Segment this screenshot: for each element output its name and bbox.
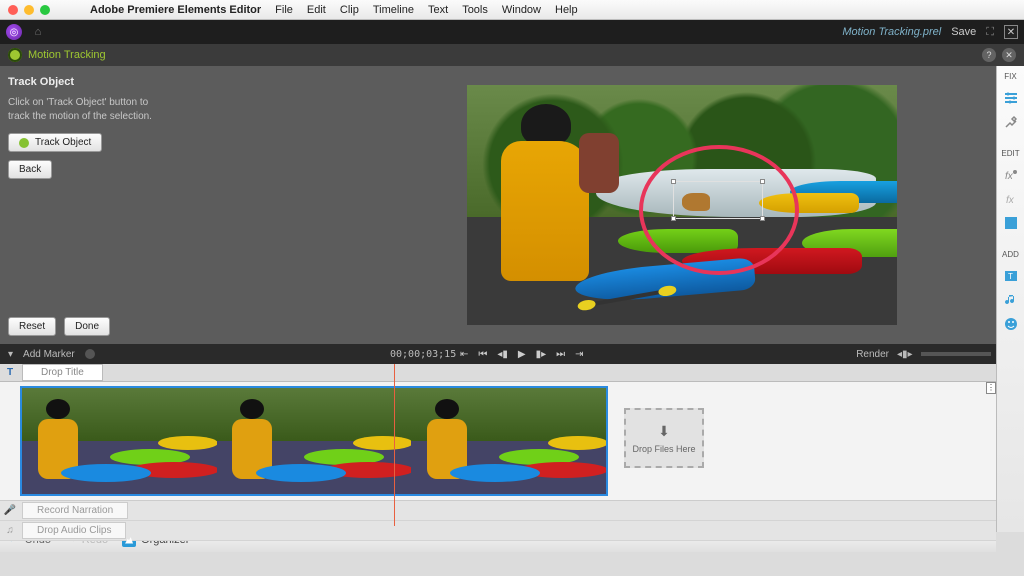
- transitions-icon[interactable]: fx: [1000, 188, 1022, 210]
- color-icon[interactable]: [1000, 212, 1022, 234]
- zoom-out-icon[interactable]: ◂▮▸: [897, 349, 913, 360]
- audio-track[interactable]: ♫ Drop Audio Clips: [0, 521, 996, 541]
- title-track-icon[interactable]: T: [0, 367, 20, 378]
- zoom-slider[interactable]: [921, 352, 991, 356]
- video-clip[interactable]: ⋮: [20, 386, 608, 496]
- app-logo-icon[interactable]: ◎: [6, 24, 22, 40]
- record-narration-button[interactable]: Record Narration: [22, 502, 128, 519]
- selection-handle[interactable]: [671, 216, 676, 221]
- tools-menu[interactable]: Tools: [462, 4, 488, 16]
- timeline-menu[interactable]: Timeline: [373, 4, 414, 16]
- clip-thumbnail: [217, 388, 412, 494]
- goto-end-button[interactable]: ⇥: [575, 349, 583, 360]
- playback-controls: ⇤ ⏮ ◂▮ ▶ ▮▸ ⏭ ⇥: [460, 349, 584, 360]
- rail-add-label: ADD: [1002, 250, 1019, 259]
- track-dot-icon: [19, 138, 29, 148]
- timecode: 00;00;03;15: [390, 349, 456, 360]
- window-zoom-button[interactable]: [40, 5, 50, 15]
- selection-handle[interactable]: [760, 216, 765, 221]
- selection-handle[interactable]: [671, 179, 676, 184]
- next-button[interactable]: ⏭: [556, 349, 565, 360]
- window-close-button[interactable]: [8, 5, 18, 15]
- music-icon: ♫: [0, 525, 20, 536]
- selection-handle[interactable]: [760, 179, 765, 184]
- title-track-header: T Drop Title: [0, 364, 996, 382]
- panel-title-bar: Motion Tracking ? ✕: [0, 44, 1024, 66]
- text-menu[interactable]: Text: [428, 4, 448, 16]
- render-button[interactable]: Render: [856, 349, 889, 360]
- step-back-button[interactable]: ◂▮: [497, 349, 508, 360]
- scene-person: [501, 104, 591, 304]
- file-menu[interactable]: File: [275, 4, 293, 16]
- video-track[interactable]: ⋮ ⬇ Drop Files Here: [0, 382, 996, 500]
- work-area: Track Object Click on 'Track Object' but…: [0, 66, 1024, 344]
- panel-close-button[interactable]: ✕: [1004, 25, 1018, 39]
- motion-tracking-icon: [8, 48, 22, 62]
- window-menu[interactable]: Window: [502, 4, 541, 16]
- playback-bar: ▾ Add Marker 00;00;03;15 ⇤ ⏮ ◂▮ ▶ ▮▸ ⏭ ⇥…: [0, 344, 1024, 364]
- drop-files-label: Drop Files Here: [632, 444, 695, 454]
- done-label: Done: [75, 321, 99, 332]
- panel-title: Motion Tracking: [28, 49, 106, 61]
- help-button[interactable]: ?: [982, 48, 996, 62]
- done-button[interactable]: Done: [64, 317, 110, 336]
- back-button[interactable]: Back: [8, 160, 52, 179]
- app-menu[interactable]: Adobe Premiere Elements Editor: [90, 4, 261, 16]
- window-minimize-button[interactable]: [24, 5, 34, 15]
- mic-icon: 🎤: [0, 505, 20, 516]
- clip-thumbnail: [411, 388, 606, 494]
- svg-text:T: T: [1008, 272, 1013, 281]
- reset-button[interactable]: Reset: [8, 317, 56, 336]
- tools-icon[interactable]: [1000, 111, 1022, 133]
- step-fwd-button[interactable]: ▮▸: [536, 349, 547, 360]
- preview-frame[interactable]: [467, 85, 897, 325]
- reset-label: Reset: [19, 321, 45, 332]
- clip-menu[interactable]: Clip: [340, 4, 359, 16]
- svg-text:fx: fx: [1006, 195, 1015, 206]
- narration-track[interactable]: 🎤 Record Narration: [0, 501, 996, 521]
- clip-end-handle[interactable]: ⋮: [986, 382, 996, 394]
- playhead[interactable]: [394, 364, 395, 526]
- track-object-button[interactable]: Track Object: [8, 133, 102, 152]
- tracking-selection-box[interactable]: [673, 181, 763, 219]
- smiley-icon[interactable]: [1000, 313, 1022, 335]
- scene-person2: [579, 133, 619, 193]
- play-button[interactable]: ▶: [518, 349, 526, 360]
- add-marker-button[interactable]: Add Marker: [23, 349, 75, 360]
- track-object-label: Track Object: [35, 137, 91, 148]
- drop-audio-button[interactable]: Drop Audio Clips: [22, 522, 126, 539]
- project-name: Motion Tracking.prel: [842, 26, 941, 38]
- clip-thumbnail: [22, 388, 217, 494]
- svg-text:fx: fx: [1005, 171, 1014, 182]
- rail-edit-label: EDIT: [1001, 149, 1019, 158]
- effects-icon[interactable]: fx: [1000, 164, 1022, 186]
- track-instruction: Click on 'Track Object' button to track …: [8, 96, 158, 123]
- marker-icon[interactable]: [85, 349, 95, 359]
- back-label: Back: [19, 164, 41, 175]
- macos-menubar: Adobe Premiere Elements Editor File Edit…: [0, 0, 1024, 20]
- track-object-panel: Track Object Click on 'Track Object' but…: [0, 66, 340, 344]
- save-button[interactable]: Save: [951, 26, 976, 38]
- adjust-icon[interactable]: [1000, 87, 1022, 109]
- drop-title-button[interactable]: Drop Title: [22, 364, 103, 381]
- right-tool-rail: FIX EDIT fx fx ADD T: [996, 66, 1024, 532]
- music-icon[interactable]: [1000, 289, 1022, 311]
- add-marker-toggle[interactable]: ▾: [8, 349, 13, 360]
- rail-fix-label: FIX: [1004, 72, 1016, 81]
- prev-button[interactable]: ⏮: [478, 349, 487, 360]
- download-icon: ⬇: [658, 423, 670, 440]
- help-menu[interactable]: Help: [555, 4, 578, 16]
- edit-menu[interactable]: Edit: [307, 4, 326, 16]
- goto-start-button[interactable]: ⇤: [460, 349, 468, 360]
- fullscreen-icon[interactable]: ⛶: [986, 26, 994, 39]
- app-bar: ◎ ⌂ Motion Tracking.prel Save ⛶ ✕: [0, 20, 1024, 44]
- drop-files-zone[interactable]: ⬇ Drop Files Here: [624, 408, 704, 468]
- timeline: T Drop Title ⋮ ⬇ Drop Files Here 🎤 Recor…: [0, 364, 996, 526]
- panel-close-icon[interactable]: ✕: [1002, 48, 1016, 62]
- track-heading: Track Object: [8, 76, 332, 88]
- home-icon[interactable]: ⌂: [30, 24, 46, 40]
- window-traffic-lights[interactable]: [8, 5, 50, 15]
- preview-monitor[interactable]: [340, 66, 1024, 344]
- titles-icon[interactable]: T: [1000, 265, 1022, 287]
